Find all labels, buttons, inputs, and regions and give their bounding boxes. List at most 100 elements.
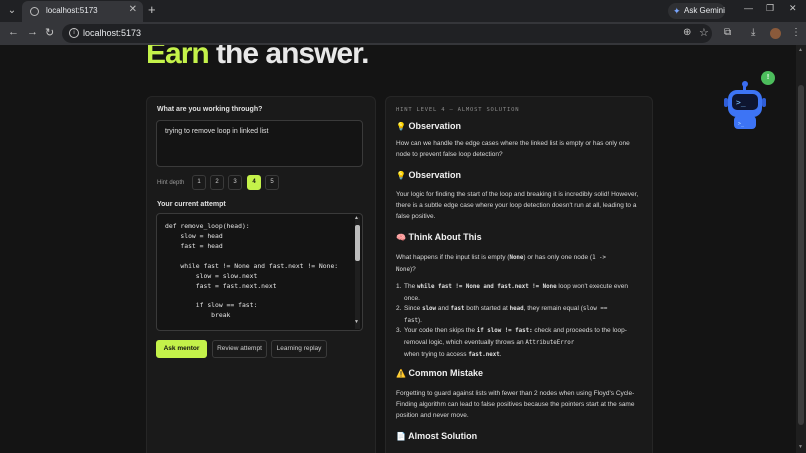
code-compare: fast	[404, 318, 418, 324]
li-text: The	[404, 283, 418, 290]
code-while: while fast != None and fast.next != None	[417, 284, 557, 290]
download-icon[interactable]: ⤓	[751, 27, 755, 38]
code-line: break	[165, 311, 231, 319]
restore-icon[interactable]: ❐	[766, 3, 774, 14]
hint-level-label: HINT LEVEL 4 — ALMOST SOLUTION	[396, 107, 520, 113]
list-item-3: 3. Your code then skips the if slow != f…	[396, 327, 627, 358]
tab-title: localhost:5173	[46, 6, 98, 15]
depth-button-2[interactable]: 2	[210, 175, 224, 190]
lightbulb-icon: 💡	[396, 171, 406, 180]
code-slow: slow	[422, 306, 437, 312]
browser-tab[interactable]: localhost:5173 ✕	[22, 1, 143, 22]
warning-icon: ⚠️	[396, 369, 406, 378]
li-text: ).	[417, 317, 422, 324]
page-scroll-thumb[interactable]	[798, 85, 804, 425]
hint-depth-label: Hint depth	[157, 180, 185, 186]
almost-heading: 📄 Almost Solution	[396, 431, 477, 441]
code-one-node: 1 ->	[592, 255, 607, 261]
site-info-icon[interactable]: i	[69, 28, 79, 38]
mistake-title: Common Mistake	[408, 368, 484, 378]
gemini-icon: ✦	[673, 6, 681, 16]
bookmark-star-icon[interactable]: ☆	[699, 26, 709, 39]
reload-icon[interactable]: ↻	[45, 26, 54, 39]
svg-text:>_: >_	[738, 121, 745, 127]
globe-icon	[30, 7, 39, 16]
minimize-icon[interactable]: —	[744, 3, 753, 13]
depth-button-3[interactable]: 3	[228, 175, 242, 190]
learning-replay-button[interactable]: Learning replay	[271, 340, 327, 358]
robot-mascot-icon[interactable]: >_ >_	[723, 80, 769, 132]
code-if: if slow != fast:	[476, 328, 533, 334]
new-tab-icon[interactable]: +	[148, 2, 156, 17]
think-title: Think About This	[408, 232, 482, 242]
ask-gemini-button[interactable]: ✦ Ask Gemini	[668, 3, 725, 19]
scroll-up-icon[interactable]: ▲	[354, 215, 359, 221]
li-text: .	[499, 351, 502, 358]
page-scrollbar[interactable]: ▲ ▼	[796, 45, 806, 453]
ask-gemini-label: Ask Gemini	[684, 6, 725, 15]
scroll-down-icon[interactable]: ▼	[354, 319, 359, 325]
code-next: fast.next	[468, 352, 500, 358]
code-line: def remove_loop(head):	[165, 222, 250, 230]
depth-button-5[interactable]: 5	[265, 175, 279, 190]
back-icon[interactable]: ←	[8, 26, 19, 38]
headline-rest: the answer.	[216, 45, 369, 70]
depth-button-1[interactable]: 1	[192, 175, 206, 190]
list-item-2: 2. Since slow and fast both started at h…	[396, 305, 608, 324]
code-scroll-thumb[interactable]	[355, 225, 360, 261]
hint-card: HINT LEVEL 4 — ALMOST SOLUTION 💡 Observa…	[385, 96, 653, 453]
list-item-1: 1. The while fast != None and fast.next …	[396, 283, 628, 302]
observation-text-2: Your logic for finding the start of the …	[396, 191, 639, 220]
notification-badge: !	[761, 71, 775, 85]
extensions-icon[interactable]: ⧉	[724, 27, 731, 38]
close-icon[interactable]: ✕	[129, 4, 137, 15]
memo-icon: 📄	[396, 432, 406, 441]
li-text: , they remain equal (	[523, 305, 583, 312]
li-text: and	[436, 305, 451, 312]
address-bar[interactable]: i localhost:5173 ⊕ ☆	[62, 24, 712, 43]
zoom-icon[interactable]: ⊕	[683, 27, 691, 38]
svg-text:>_: >_	[736, 98, 746, 107]
code-none: None	[509, 255, 524, 261]
almost-title: Almost Solution	[408, 431, 478, 441]
attempt-label: Your current attempt	[157, 201, 226, 208]
code-line: if slow == fast:	[165, 301, 258, 309]
think-text-part: )?	[409, 266, 416, 273]
lightbulb-icon: 💡	[396, 122, 406, 131]
code-none: None	[396, 267, 410, 273]
code-error: AttributeError	[525, 340, 575, 346]
code-editor[interactable]: def remove_loop(head): slow = head fast …	[156, 213, 363, 331]
page-scroll-down-icon[interactable]: ▼	[798, 444, 803, 450]
think-text-part: What happens if the input list is empty …	[396, 254, 510, 261]
li-text: when trying to access	[404, 351, 469, 358]
page: Earn the answer. What are you working th…	[0, 45, 806, 453]
forward-icon[interactable]: →	[27, 26, 38, 38]
review-attempt-button[interactable]: Review attempt	[212, 340, 267, 358]
tab-search-icon[interactable]: ⌄	[4, 3, 20, 19]
problem-textarea[interactable]: trying to remove loop in linked list	[156, 120, 363, 167]
url-text: localhost:5173	[83, 28, 142, 38]
code-line: fast = head	[165, 242, 223, 250]
think-text-part: ) or has only one node (	[523, 254, 593, 261]
window-close-icon[interactable]: ✕	[789, 3, 797, 14]
input-card: What are you working through? trying to …	[146, 96, 376, 453]
observation-heading-1: 💡 Observation	[396, 121, 461, 131]
observation-text-1: How can we handle the edge cases where t…	[396, 140, 630, 158]
working-label: What are you working through?	[157, 106, 263, 113]
think-heading: 🧠 Think About This	[396, 232, 482, 242]
code-line: slow = slow.next	[165, 272, 258, 280]
menu-dots-icon[interactable]: ⋮	[791, 27, 801, 38]
observation-title-2: Observation	[408, 170, 462, 180]
ask-mentor-button[interactable]: Ask mentor	[156, 340, 207, 358]
li-text: Since	[404, 305, 423, 312]
mistake-heading: ⚠️ Common Mistake	[396, 368, 483, 378]
page-scroll-up-icon[interactable]: ▲	[798, 47, 803, 53]
observation-title-1: Observation	[408, 121, 462, 131]
depth-button-4[interactable]: 4	[247, 175, 261, 190]
li-text: both started at	[464, 305, 510, 312]
page-headline: Earn the answer.	[146, 45, 369, 71]
mistake-text: Forgetting to guard against lists with f…	[396, 390, 635, 419]
profile-avatar[interactable]	[770, 28, 781, 39]
code-scrollbar[interactable]: ▲ ▼	[354, 215, 360, 329]
code-line: fast = fast.next.next	[165, 282, 277, 290]
